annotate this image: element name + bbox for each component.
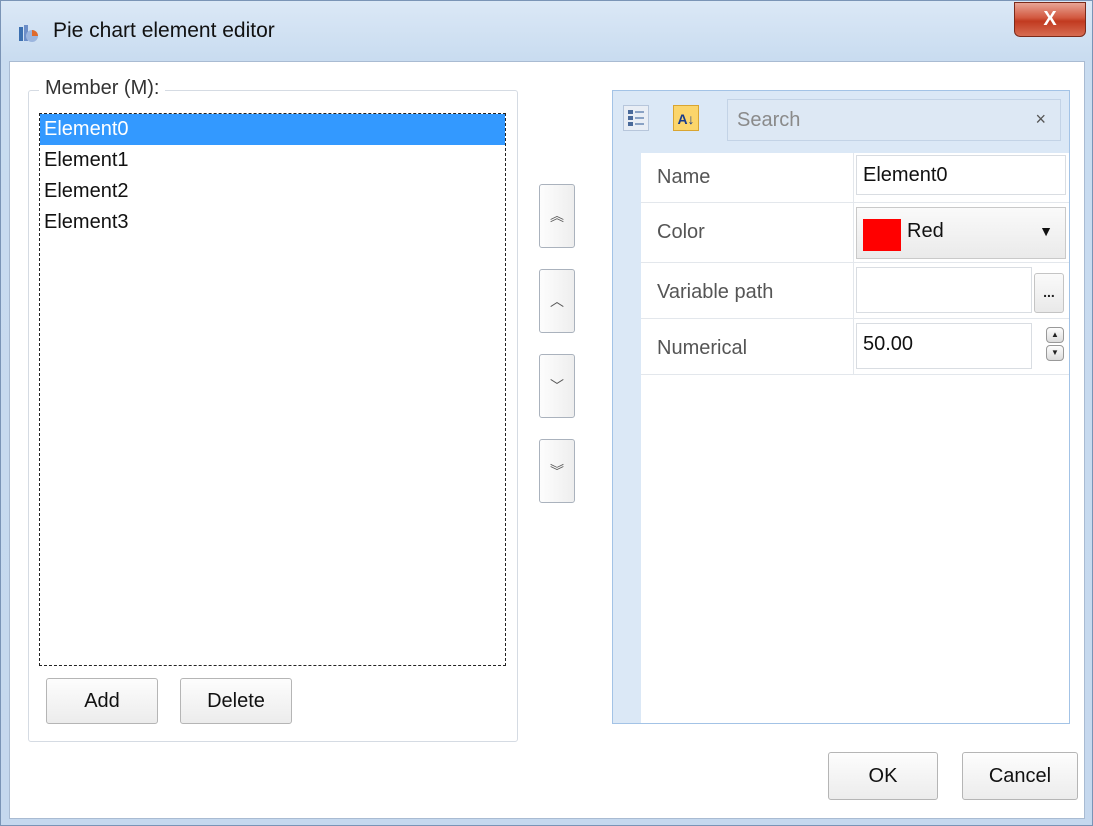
add-button[interactable]: Add <box>46 678 158 724</box>
alphabetical-sort-icon[interactable]: A↓ <box>673 105 699 131</box>
property-row-color: Color Red ▼ <box>641 203 1069 263</box>
double-chevron-down-icon: ︾ <box>550 463 564 479</box>
spin-down-button[interactable]: ▼ <box>1046 345 1064 361</box>
color-swatch <box>863 219 901 251</box>
numerical-field[interactable]: 50.00 <box>856 323 1032 369</box>
search-input[interactable]: Search × <box>727 99 1061 141</box>
window-title: Pie chart element editor <box>53 19 275 42</box>
close-button[interactable]: X <box>1014 2 1086 37</box>
move-down-button[interactable]: ﹀ <box>539 354 575 418</box>
cancel-button[interactable]: Cancel <box>962 752 1078 800</box>
move-to-bottom-button[interactable]: ︾ <box>539 439 575 503</box>
browse-button[interactable]: ... <box>1034 273 1064 313</box>
list-item[interactable]: Element3 <box>40 207 505 238</box>
list-item[interactable]: Element0 <box>40 114 505 145</box>
title-bar[interactable]: Pie chart element editor X <box>1 1 1092 61</box>
name-field[interactable]: Element0 <box>856 155 1066 195</box>
chevron-up-icon: ︿ <box>550 293 564 309</box>
property-value-cell: ... <box>853 263 1069 318</box>
clear-search-icon[interactable]: × <box>1035 109 1046 130</box>
property-grid-toolbar: A↓ Search × <box>613 91 1069 153</box>
property-label-color: Color <box>657 221 705 243</box>
property-grid-body: Name Element0 Color Red ▼ Variable path … <box>641 153 1069 723</box>
member-list[interactable]: Element0 Element1 Element2 Element3 <box>39 113 506 666</box>
search-placeholder: Search <box>737 109 801 131</box>
property-row-variable-path: Variable path ... <box>641 263 1069 319</box>
variable-path-field[interactable] <box>856 267 1032 313</box>
delete-button[interactable]: Delete <box>180 678 292 724</box>
pie-chart-app-icon <box>19 25 38 42</box>
dialog-window: Pie chart element editor X Member (M): E… <box>0 0 1093 826</box>
dropdown-arrow-icon: ▼ <box>1039 223 1053 239</box>
ok-button[interactable]: OK <box>828 752 938 800</box>
property-grid: A↓ Search × Name Element0 Color Red ▼ Va… <box>612 90 1070 724</box>
categorized-view-icon[interactable] <box>623 105 649 131</box>
member-group-legend: Member (M): <box>39 77 166 100</box>
color-value: Red <box>907 220 944 242</box>
property-value-cell: Element0 <box>853 153 1069 202</box>
chevron-down-icon: ﹀ <box>550 378 564 394</box>
list-item[interactable]: Element1 <box>40 145 505 176</box>
double-chevron-up-icon: ︽ <box>550 208 564 224</box>
property-value-cell: 50.00 ▲ ▼ <box>853 319 1069 374</box>
property-label-variable-path: Variable path <box>657 281 774 303</box>
spin-up-button[interactable]: ▲ <box>1046 327 1064 343</box>
color-dropdown[interactable]: Red ▼ <box>856 207 1066 259</box>
property-value-cell: Red ▼ <box>853 203 1069 262</box>
property-row-name: Name Element0 <box>641 153 1069 203</box>
move-up-button[interactable]: ︿ <box>539 269 575 333</box>
dialog-client-area: Member (M): Element0 Element1 Element2 E… <box>9 61 1085 819</box>
categorized-view-icon <box>628 110 644 126</box>
property-label-name: Name <box>657 166 711 188</box>
property-label-numerical: Numerical <box>657 337 748 359</box>
property-row-numerical: Numerical 50.00 ▲ ▼ <box>641 319 1069 375</box>
list-item[interactable]: Element2 <box>40 176 505 207</box>
move-to-top-button[interactable]: ︽ <box>539 184 575 248</box>
member-group: Member (M): Element0 Element1 Element2 E… <box>28 77 518 742</box>
